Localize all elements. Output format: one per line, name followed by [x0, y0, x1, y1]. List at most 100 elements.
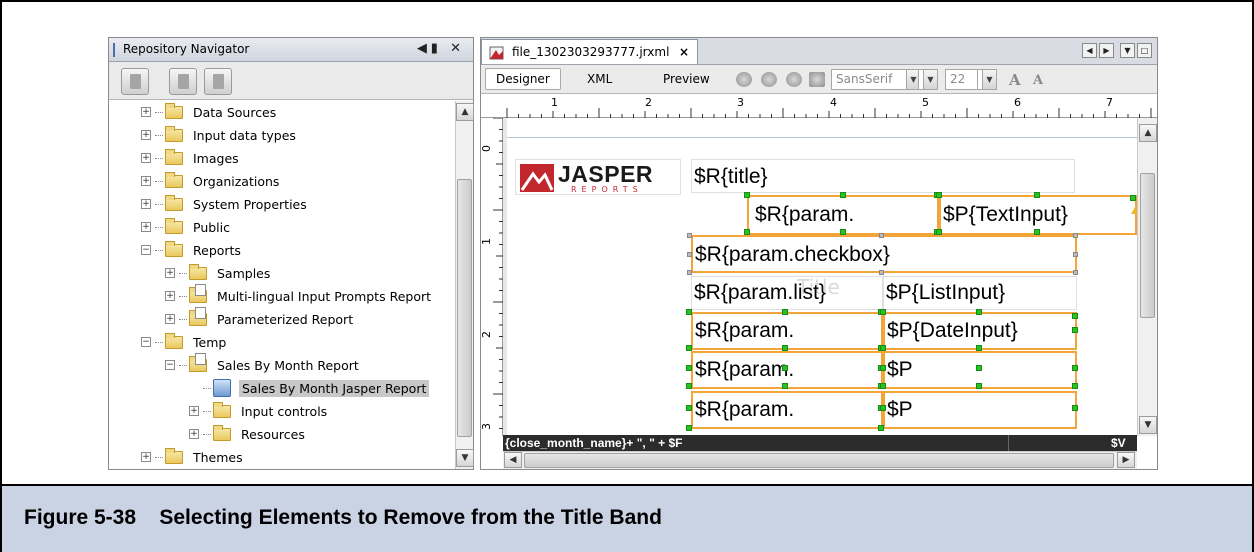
band-settings-icon[interactable] [809, 72, 825, 87]
scroll-up-icon[interactable]: ▲ [456, 103, 474, 121]
selection-handle[interactable] [782, 309, 788, 315]
tree-item[interactable]: + Resources [189, 423, 305, 445]
tree-item[interactable]: Sales By Month Jasper Report [189, 377, 430, 399]
selection-handle[interactable] [1130, 195, 1136, 201]
font-size-dropdown[interactable]: ▼ [977, 69, 997, 90]
selection-handle[interactable] [686, 345, 692, 351]
selection-handle[interactable] [686, 405, 692, 411]
list-input-field[interactable]: $P{ListInput} [883, 276, 1077, 310]
expand-icon[interactable]: + [141, 153, 151, 163]
selection-handle[interactable] [782, 345, 788, 351]
list-param-field[interactable]: $R{param.list} [691, 276, 883, 310]
editor-vertical-scroll-thumb[interactable] [1140, 173, 1155, 318]
editor-horizontal-scrollbar[interactable]: ◀ ▶ [503, 451, 1137, 469]
selection-handle[interactable] [1034, 229, 1040, 235]
add-resource-button[interactable] [121, 68, 149, 95]
zoom-out-icon[interactable] [786, 72, 802, 87]
selection-handle[interactable] [878, 425, 884, 431]
selection-handle[interactable] [936, 192, 942, 198]
selection-handle[interactable] [686, 309, 692, 315]
navigator-scroll-thumb[interactable] [457, 179, 472, 437]
selection-handle[interactable] [880, 345, 886, 351]
selection-handle[interactable] [1034, 192, 1040, 198]
expand-icon[interactable]: + [189, 406, 199, 416]
scroll-down-icon[interactable]: ▼ [1139, 416, 1157, 434]
tree-item[interactable]: + Data Sources [141, 101, 276, 123]
selection-handle[interactable] [880, 309, 886, 315]
report-page[interactable]: Title JASPER REPORTS $R{title} $R{param.… [507, 118, 1137, 435]
expand-icon[interactable]: + [165, 291, 175, 301]
editor-horizontal-scroll-thumb[interactable] [524, 453, 1114, 468]
tree-item[interactable]: + Input data types [141, 124, 296, 146]
navigator-window-controls[interactable]: ◀▮ ✕ [417, 41, 465, 56]
tree-item[interactable]: + System Properties [141, 193, 307, 215]
font-grow-icon[interactable]: A [1009, 71, 1021, 89]
font-name-dropdown[interactable]: ▼ [918, 69, 938, 90]
expand-icon[interactable]: + [141, 130, 151, 140]
selection-handle[interactable] [880, 365, 886, 371]
selection-handle[interactable] [686, 365, 692, 371]
tree-item[interactable]: + Organizations [141, 170, 279, 192]
edit-resource-button[interactable] [169, 68, 197, 95]
resize-handle[interactable] [687, 270, 692, 275]
selection-handle[interactable] [1072, 365, 1078, 371]
scroll-left-icon[interactable]: ◀ [504, 452, 522, 468]
expand-icon[interactable]: + [141, 452, 151, 462]
selection-handle[interactable] [840, 229, 846, 235]
close-tab-icon[interactable]: × [679, 45, 689, 59]
jasper-logo-image[interactable]: JASPER REPORTS [515, 159, 681, 195]
tab-preview[interactable]: Preview [663, 72, 710, 86]
selection-handle[interactable] [1072, 383, 1078, 389]
expand-icon[interactable]: + [141, 176, 151, 186]
selection-handle[interactable] [840, 192, 846, 198]
scroll-right-icon[interactable]: ▶ [1117, 452, 1135, 468]
expand-icon[interactable]: + [141, 107, 151, 117]
maximize-icon[interactable]: □ [1137, 43, 1152, 58]
selection-handle[interactable] [880, 383, 886, 389]
tree-item[interactable]: − Temp [141, 331, 226, 353]
tree-item[interactable]: + Input controls [189, 400, 327, 422]
selection-handle[interactable] [782, 365, 788, 371]
collapse-icon[interactable]: − [141, 337, 151, 347]
resize-handle[interactable] [1073, 252, 1078, 257]
expand-icon[interactable]: + [165, 268, 175, 278]
selection-handle[interactable] [1072, 405, 1078, 411]
tab-designer[interactable]: Designer [485, 68, 561, 90]
selection-handle[interactable] [1072, 313, 1078, 319]
tree-item[interactable]: + Parameterized Report [165, 306, 353, 330]
scroll-tabs-right-icon[interactable]: ▶ [1099, 43, 1114, 58]
selection-handle[interactable] [782, 383, 788, 389]
checkbox-param-field[interactable]: $R{param.checkbox} [691, 235, 1077, 273]
selection-handle[interactable] [976, 309, 982, 315]
expand-icon[interactable]: + [189, 429, 199, 439]
tab-xml[interactable]: XML [587, 72, 612, 86]
tree-item[interactable]: + Public [141, 216, 230, 238]
font-shrink-icon[interactable]: A [1033, 73, 1043, 88]
zoom-fit-icon[interactable] [736, 72, 752, 87]
resize-handle[interactable] [879, 233, 884, 238]
selection-handle[interactable] [976, 383, 982, 389]
selection-handle[interactable] [976, 345, 982, 351]
resize-handle[interactable] [879, 270, 884, 275]
font-name-select[interactable]: SansSerif ▼ [831, 69, 921, 90]
expand-icon[interactable]: + [165, 314, 175, 324]
resize-handle[interactable] [1073, 270, 1078, 275]
properties-button[interactable] [204, 68, 232, 95]
tree-item[interactable]: + Samples [165, 262, 270, 284]
resize-handle[interactable] [687, 233, 692, 238]
selection-handle[interactable] [686, 383, 692, 389]
collapse-icon[interactable]: − [165, 360, 175, 370]
font-size-select[interactable]: 22 [945, 69, 981, 90]
expand-icon[interactable]: + [141, 199, 151, 209]
selection-handle[interactable] [744, 192, 750, 198]
tree-item[interactable]: + Themes [141, 446, 243, 468]
selection-handle[interactable] [686, 425, 692, 431]
selection-handle[interactable] [880, 405, 886, 411]
navigator-scrollbar[interactable]: ▲ ▼ [455, 101, 474, 469]
selection-handle[interactable] [976, 365, 982, 371]
resize-handle[interactable] [687, 252, 692, 257]
selection-handle[interactable] [1072, 327, 1078, 333]
scroll-up-icon[interactable]: ▲ [1139, 124, 1157, 142]
tree-item[interactable]: + Images [141, 147, 239, 169]
scroll-down-icon[interactable]: ▼ [456, 449, 474, 467]
